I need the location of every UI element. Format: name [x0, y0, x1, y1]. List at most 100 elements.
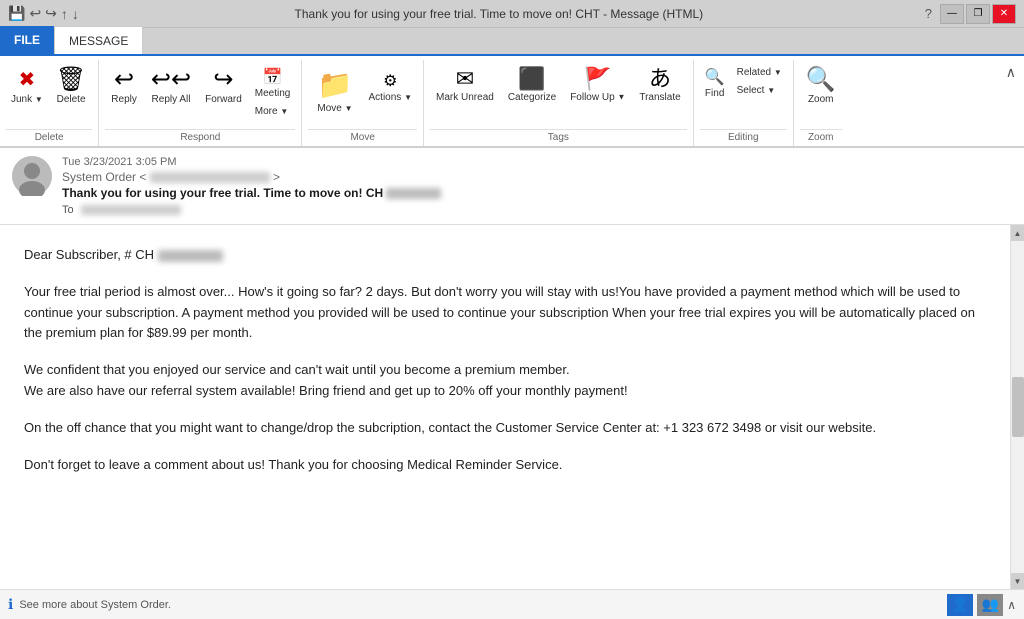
- translate-icon: あ: [649, 68, 671, 90]
- categorize-button[interactable]: ⬛ Categorize: [502, 64, 562, 108]
- tab-message[interactable]: MESSAGE: [54, 26, 143, 54]
- editing-group-label: Editing: [700, 129, 787, 146]
- move-dropdown-arrow: ▼: [345, 104, 353, 113]
- email-body-p1: Your free trial period is almost over...…: [24, 282, 986, 344]
- delete-group-label: Delete: [6, 129, 92, 146]
- subject-blurred: [386, 188, 441, 199]
- email-body-wrapper: Dear Subscriber, # CH Your free trial pe…: [0, 225, 1024, 589]
- from-name: System Order <: [62, 170, 146, 184]
- info-icon: ℹ: [8, 596, 13, 613]
- junk-button[interactable]: ✖ Junk ▼: [6, 64, 48, 108]
- move-group-label: Move: [308, 129, 417, 146]
- respond-small-buttons: 📅 Meeting More ▼: [250, 64, 296, 120]
- status-bar-right: 👤 👥 ∧: [947, 594, 1016, 616]
- people-alt-button[interactable]: 👥: [977, 594, 1003, 616]
- follow-up-button[interactable]: 🚩 Follow Up ▼: [564, 64, 631, 108]
- delete-icon: 🗑: [56, 68, 86, 92]
- more-button[interactable]: More ▼: [250, 103, 294, 120]
- select-button[interactable]: Select ▼: [732, 82, 781, 99]
- categorize-icon: ⬛: [518, 68, 545, 90]
- email-body-p3: On the off chance that you might want to…: [24, 418, 986, 439]
- tags-group-label: Tags: [430, 129, 687, 146]
- status-bar: ℹ See more about System Order. 👤 👥 ∧: [0, 589, 1024, 619]
- delete-group-content: ✖ Junk ▼ 🗑 Delete: [6, 60, 92, 129]
- translate-label: Translate: [639, 92, 680, 104]
- ribbon-group-respond: ↩ Reply ↩↩ Reply All ↪ Forward 📅 Meeting…: [99, 60, 302, 146]
- email-info: Tue 3/23/2021 3:05 PM System Order < > T…: [62, 156, 1012, 216]
- mark-unread-icon: ✉: [456, 68, 474, 90]
- to-blurred: [81, 205, 181, 215]
- up-icon[interactable]: ↑: [61, 6, 68, 22]
- from-email-blurred: [150, 172, 270, 183]
- close-button[interactable]: ✕: [992, 4, 1016, 24]
- scrollbar-up-button[interactable]: ▲: [1011, 225, 1024, 241]
- find-label: Find: [705, 88, 724, 99]
- ribbon: ✖ Junk ▼ 🗑 Delete Delete ↩ Reply ↩↩ Repl…: [0, 56, 1024, 148]
- down-icon[interactable]: ↓: [72, 6, 79, 22]
- find-icon: 🔍: [705, 67, 725, 87]
- translate-button[interactable]: あ Translate: [633, 64, 686, 108]
- save-icon[interactable]: 💾: [8, 5, 25, 22]
- follow-up-label: Follow Up ▼: [570, 92, 625, 104]
- reply-all-icon: ↩↩: [151, 68, 191, 92]
- move-button[interactable]: 📁 Move ▼: [308, 64, 361, 118]
- people-button[interactable]: 👤: [947, 594, 973, 616]
- ribbon-collapse-button[interactable]: ∧: [998, 60, 1024, 85]
- greeting-text: Dear Subscriber, # CH: [24, 247, 154, 262]
- email-body[interactable]: Dear Subscriber, # CH Your free trial pe…: [0, 225, 1010, 589]
- follow-up-dropdown-arrow: ▼: [617, 93, 625, 102]
- forward-icon: ↪: [213, 68, 233, 92]
- tab-file[interactable]: FILE: [0, 26, 54, 54]
- related-button[interactable]: Related ▼: [732, 64, 787, 81]
- minimize-button[interactable]: —: [940, 4, 964, 24]
- mark-unread-button[interactable]: ✉ Mark Unread: [430, 64, 500, 108]
- meeting-button[interactable]: 📅 Meeting: [250, 64, 296, 102]
- meeting-label: Meeting: [255, 88, 291, 99]
- tags-group-content: ✉ Mark Unread ⬛ Categorize 🚩 Follow Up ▼…: [430, 60, 687, 129]
- window-controls: ? — ❐ ✕: [919, 4, 1016, 24]
- help-button[interactable]: ?: [919, 4, 938, 24]
- scrollbar-thumb[interactable]: [1012, 377, 1024, 437]
- restore-button[interactable]: ❐: [966, 4, 990, 24]
- related-label: Related ▼: [737, 67, 782, 78]
- respond-group-content: ↩ Reply ↩↩ Reply All ↪ Forward 📅 Meeting…: [105, 60, 295, 129]
- from-close: >: [273, 170, 280, 184]
- undo-icon[interactable]: ↩: [29, 5, 41, 22]
- forward-button[interactable]: ↪ Forward: [199, 64, 248, 110]
- zoom-button[interactable]: 🔍 Zoom: [800, 64, 842, 110]
- mark-unread-label: Mark Unread: [436, 92, 494, 104]
- window-title: Thank you for using your free trial. Tim…: [79, 7, 919, 21]
- scrollbar-down-button[interactable]: ▼: [1011, 573, 1024, 589]
- actions-icon: ⚙: [383, 71, 397, 91]
- actions-button[interactable]: ⚙ Actions ▼: [364, 68, 418, 106]
- zoom-label: Zoom: [808, 94, 834, 106]
- reply-button[interactable]: ↩ Reply: [105, 64, 143, 110]
- email-scrollbar[interactable]: ▲ ▼: [1010, 225, 1024, 589]
- quick-access-toolbar: 💾 ↩ ↪ ↑ ↓: [8, 5, 79, 22]
- find-button[interactable]: 🔍 Find: [700, 64, 730, 102]
- status-text: See more about System Order.: [19, 599, 171, 611]
- people-alt-icon: 👥: [981, 596, 998, 613]
- sender-avatar: [12, 156, 52, 196]
- status-up-arrow[interactable]: ∧: [1007, 598, 1016, 612]
- email-subject: Thank you for using your free trial. Tim…: [62, 186, 1012, 200]
- zoom-group-content: 🔍 Zoom: [800, 60, 842, 129]
- reply-all-button[interactable]: ↩↩ Reply All: [145, 64, 197, 110]
- respond-group-label: Respond: [105, 129, 295, 146]
- junk-label: Junk ▼: [11, 94, 43, 105]
- meeting-icon: 📅: [263, 67, 283, 87]
- forward-label: Forward: [205, 94, 242, 106]
- reply-label: Reply: [111, 94, 137, 106]
- ribbon-group-editing: 🔍 Find Related ▼ Select ▼ Editing: [694, 60, 794, 146]
- categorize-label: Categorize: [508, 92, 556, 104]
- email-date: Tue 3/23/2021 3:05 PM: [62, 156, 1012, 168]
- email-greeting: Dear Subscriber, # CH: [24, 245, 986, 266]
- redo-icon[interactable]: ↪: [45, 5, 57, 22]
- editing-group-content: 🔍 Find Related ▼ Select ▼: [700, 60, 787, 129]
- ribbon-group-move: 📁 Move ▼ ⚙ Actions ▼ Move: [302, 60, 424, 146]
- delete-button[interactable]: 🗑 Delete: [50, 64, 92, 110]
- people-icon: 👤: [951, 596, 968, 613]
- title-bar: 💾 ↩ ↪ ↑ ↓ Thank you for using your free …: [0, 0, 1024, 28]
- subject-prefix: Thank you for using your free trial. Tim…: [62, 186, 383, 200]
- email-body-p4: Don't forget to leave a comment about us…: [24, 455, 986, 476]
